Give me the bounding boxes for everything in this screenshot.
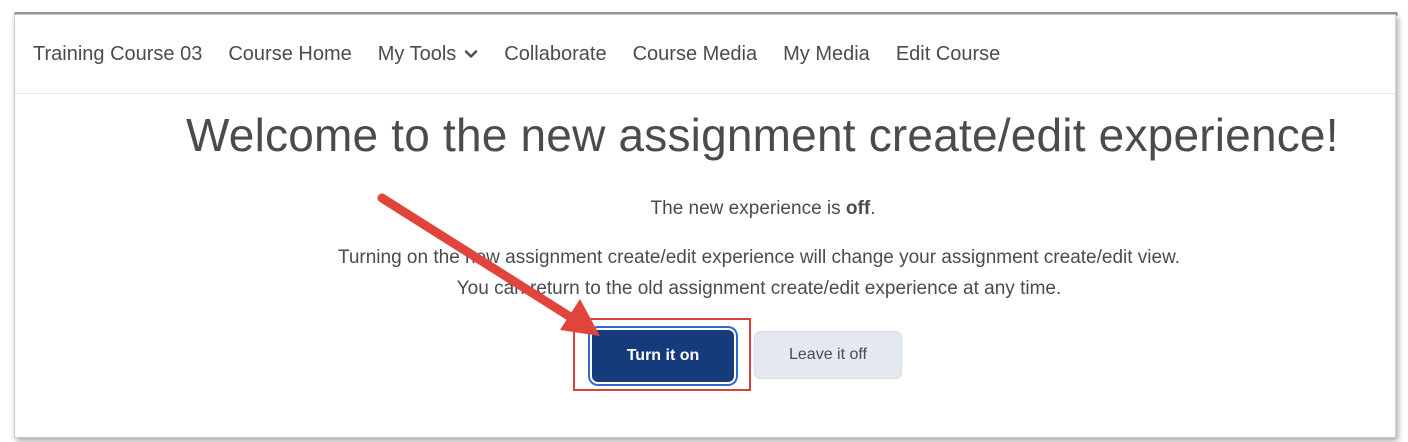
status-prefix: The new experience is: [650, 198, 846, 219]
turn-it-on-button[interactable]: Turn it on: [592, 330, 734, 382]
nav-item-my-media[interactable]: My Media: [783, 43, 870, 66]
nav-item-course-home[interactable]: Course Home: [228, 43, 351, 66]
experience-description: Turning on the new assignment create/edi…: [0, 242, 1408, 304]
chevron-down-icon: [465, 50, 478, 58]
experience-status: The new experience is off.: [0, 198, 1408, 220]
nav-item-training-course[interactable]: Training Course 03: [33, 43, 202, 66]
description-line-2: You can return to the old assignment cre…: [456, 278, 1062, 299]
status-suffix: .: [870, 198, 876, 219]
nav-item-course-media[interactable]: Course Media: [633, 43, 758, 66]
nav-item-edit-course[interactable]: Edit Course: [896, 43, 1001, 66]
nav-item-collaborate[interactable]: Collaborate: [504, 43, 606, 66]
status-value: off: [845, 198, 871, 219]
page-title: Welcome to the new assignment create/edi…: [186, 109, 1339, 161]
nav-item-my-tools-label: My Tools: [377, 42, 457, 65]
leave-it-off-button[interactable]: Leave it off: [754, 331, 902, 379]
nav-item-my-tools[interactable]: My Tools: [378, 43, 479, 66]
description-line-1: Turning on the new assignment create/edi…: [337, 247, 1181, 268]
course-navbar: Training Course 03 Course Home My Tools …: [15, 15, 1395, 94]
